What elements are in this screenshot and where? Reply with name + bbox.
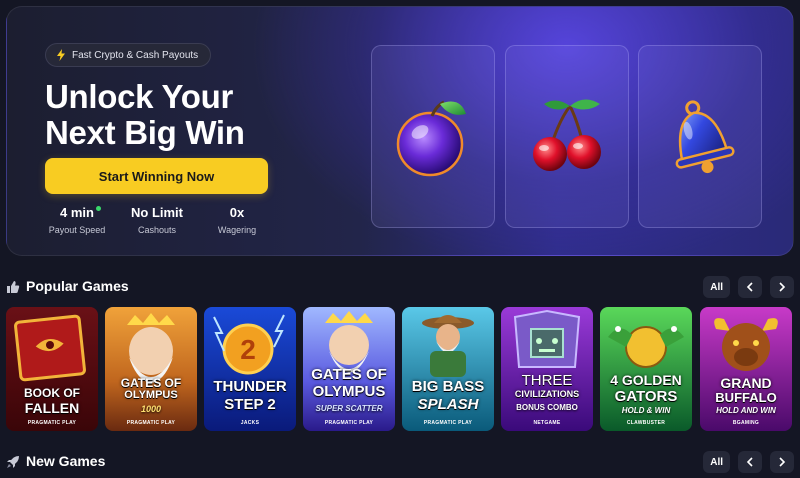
payout-badge: Fast Crypto & Cash Payouts [45,43,212,67]
stat-cashouts: No Limit Cashouts [117,204,197,235]
game-subtitle: HOLD & WIN [621,406,671,415]
slot-card-bell [638,45,762,228]
game-title-line1: THUNDER [213,378,287,395]
game-tile-book-of-fallen[interactable]: BOOK OF FALLEN PRAGMATIC PLAY [6,307,98,431]
game-title-line2: CIVILIZATIONS [514,389,580,399]
next-button[interactable] [770,451,794,473]
game-tile-big-bass-splash[interactable]: BIG BASS SPLASH PRAGMATIC PLAY [402,307,494,431]
hero-title-line2: Next Big Win [45,114,245,151]
badge-label: Fast Crypto & Cash Payouts [72,49,199,61]
section-title: Popular Games [26,278,129,294]
game-title-line2: GATORS [614,388,678,405]
bell-icon [675,99,735,173]
game-tile-three-civilizations[interactable]: THREE CIVILIZATIONS BONUS COMBO NETGAME [501,307,593,431]
prev-button[interactable] [738,451,762,473]
thumbs-up-icon [7,281,20,293]
stat-label: Wagering [217,225,257,235]
game-provider: JACKS [240,420,260,426]
game-tile-4-golden-gators[interactable]: 4 GOLDEN GATORS HOLD & WIN CLAWBUSTER [600,307,692,431]
game-provider: BGAMING [732,420,760,426]
game-tile-thunder-step-2[interactable]: 2 THUNDER STEP 2 JACKS [204,307,296,431]
game-title-line2: BUFFALO [715,390,777,405]
all-button[interactable]: All [703,451,730,473]
game-provider: CLAWBUSTER [626,420,666,426]
stat-value: No Limit [131,205,183,220]
game-subtitle: SUPER SCATTER [315,404,383,413]
game-title-line1: THREE [521,372,573,389]
stat-value: 0x [229,205,245,220]
game-title-line2: OLYMPUS [312,383,386,400]
game-tile-gates-of-olympus-super-scatter[interactable]: GATES OF OLYMPUS SUPER SCATTER PRAGMATIC… [303,307,395,431]
chevron-left-icon [746,282,753,292]
stat-label: Payout Speed [48,225,106,235]
new-games-nav: All [703,451,794,473]
slot-card-cherry [505,45,629,228]
game-title-line1: 4 GOLDEN [610,372,682,388]
prev-button[interactable] [738,276,762,298]
new-games-header: New Games All [6,451,794,475]
stat-value: 4 min [60,205,94,220]
all-button[interactable]: All [703,276,730,298]
lightning-icon [57,49,65,61]
next-button[interactable] [770,276,794,298]
game-provider: PRAGMATIC PLAY [423,420,473,426]
hero-banner: Fast Crypto & Cash Payouts Unlock Your N… [6,6,794,256]
rocket-icon [7,456,19,468]
game-title-line2: SPLASH [417,396,479,413]
game-title-line1: GATES OF [311,366,387,383]
hero-stats: 4 min Payout Speed No Limit Cashouts 0x … [37,204,277,235]
stat-wagering: 0x Wagering [197,204,277,235]
plum-icon [396,100,466,176]
game-title-line2: STEP 2 [224,396,276,413]
chevron-left-icon [746,457,753,467]
hero-title: Unlock Your Next Big Win [45,79,305,151]
game-subtitle: HOLD AND WIN [716,406,776,415]
popular-games-header: Popular Games All [6,276,794,300]
game-title-line1: GRAND [720,375,772,391]
popular-nav: All [703,276,794,298]
game-subtitle: 1000 [140,404,162,414]
game-provider: PRAGMATIC PLAY [27,420,77,426]
cherry-icon [533,98,601,171]
game-title-line2: FALLEN [24,400,80,416]
game-provider: PRAGMATIC PLAY [324,420,374,426]
online-dot [95,206,101,211]
popular-games-carousel: BOOK OF FALLEN PRAGMATIC PLAY GATES OF O… [6,307,794,432]
game-tile-grand-buffalo[interactable]: GRAND BUFFALO HOLD AND WIN BGAMING [700,307,792,431]
chevron-right-icon [779,457,786,467]
start-winning-button[interactable]: Start Winning Now [45,158,268,194]
game-thumbnail [501,307,593,431]
game-subtitle: BONUS COMBO [516,403,578,412]
hero-title-line1: Unlock Your [45,78,234,115]
chevron-right-icon [779,282,786,292]
game-provider: PRAGMATIC PLAY [126,420,176,426]
game-tile-gates-of-olympus-1000[interactable]: GATES OF OLYMPUS 1000 PRAGMATIC PLAY [105,307,197,431]
section-title: New Games [26,453,106,469]
stat-payout-speed: 4 min Payout Speed [37,204,117,235]
game-title-line1: BIG BASS [411,378,485,395]
slot-card-plum [371,45,495,228]
game-title-line1: GATES OF [120,376,182,390]
game-provider: NETGAME [533,420,561,426]
game-title-line2: OLYMPUS [124,389,178,401]
svg-text:2: 2 [240,334,256,365]
game-title-line1: BOOK OF [24,386,80,400]
stat-label: Cashouts [137,225,177,235]
